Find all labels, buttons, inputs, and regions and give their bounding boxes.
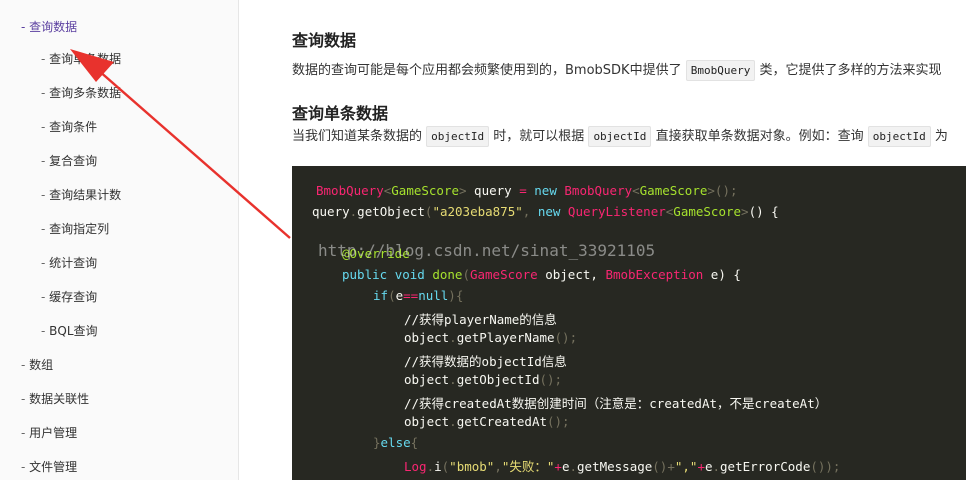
sidebar-item-arrays[interactable]: - 数组 bbox=[21, 358, 53, 372]
main-content: 查询数据 数据的查询可能是每个应用都会频繁使用到的，BmobSDK中提供了 Bm… bbox=[239, 0, 966, 480]
code-line: //获得playerName的信息 bbox=[404, 312, 557, 327]
sidebar-item-bql-query[interactable]: - BQL查询 bbox=[41, 324, 98, 338]
sidebar-item-label: 查询条件 bbox=[49, 120, 98, 134]
code-line: object.getCreatedAt(); bbox=[404, 414, 570, 429]
sidebar-item-label: 数组 bbox=[29, 358, 54, 372]
sidebar-nav: - 查询数据 - 查询单条数据 - 查询多条数据 - 查询条件 - 复合查询 -… bbox=[0, 0, 239, 480]
sidebar-item-query-data[interactable]: - 查询数据 bbox=[21, 20, 77, 34]
code-line: //获得createdAt数据创建时间（注意是：createdAt，不是crea… bbox=[404, 396, 828, 411]
sidebar-item-result-count[interactable]: - 查询结果计数 bbox=[41, 188, 121, 202]
sidebar-item-statistics-query[interactable]: - 统计查询 bbox=[41, 256, 97, 270]
sidebar-item-user-management[interactable]: - 用户管理 bbox=[21, 426, 77, 440]
inline-code: objectId bbox=[426, 126, 490, 147]
sidebar-item-label: 查询单条数据 bbox=[49, 52, 122, 66]
code-line: query.getObject("a203eba875", new QueryL… bbox=[312, 204, 779, 219]
sidebar-item-label: 复合查询 bbox=[49, 154, 98, 168]
sidebar-item-label: 查询结果计数 bbox=[49, 188, 122, 202]
code-line: BmobQuery<GameScore> query = new BmobQue… bbox=[316, 183, 738, 198]
sidebar-item-label: 统计查询 bbox=[49, 256, 98, 270]
sidebar-item-label: 查询多条数据 bbox=[49, 86, 122, 100]
code-line: if(e==null){ bbox=[373, 288, 464, 303]
code-line: //获得数据的objectId信息 bbox=[404, 354, 567, 369]
sidebar-item-label: 数据关联性 bbox=[29, 392, 90, 406]
watermark: http://blog.csdn.net/sinat_33921105 bbox=[318, 241, 656, 260]
code-block[interactable]: BmobQuery<GameScore> query = new BmobQue… bbox=[292, 166, 966, 480]
inline-code: BmobQuery bbox=[685, 60, 756, 81]
sidebar-item-label: 用户管理 bbox=[29, 426, 78, 440]
sidebar-item-label: 查询数据 bbox=[29, 20, 78, 34]
section-paragraph: 当我们知道某条数据的 objectId 时，就可以根据 objectId 直接获… bbox=[292, 126, 948, 148]
sidebar-item-query-conditions[interactable]: - 查询条件 bbox=[41, 120, 97, 134]
code-line: object.getPlayerName(); bbox=[404, 330, 578, 345]
sidebar-item-label: 缓存查询 bbox=[49, 290, 98, 304]
sidebar-item-cache-query[interactable]: - 缓存查询 bbox=[41, 290, 97, 304]
inline-code: objectId bbox=[588, 126, 652, 147]
sidebar-item-query-single[interactable]: - 查询单条数据 bbox=[41, 52, 121, 66]
sidebar-item-label: 文件管理 bbox=[29, 460, 78, 474]
page-title: 查询数据 bbox=[292, 31, 357, 50]
sidebar-item-file-management[interactable]: - 文件管理 bbox=[21, 460, 77, 474]
section-heading: 查询单条数据 bbox=[292, 104, 389, 123]
sidebar-item-data-relations[interactable]: - 数据关联性 bbox=[21, 392, 89, 406]
intro-paragraph: 数据的查询可能是每个应用都会频繁使用到的，BmobSDK中提供了 BmobQue… bbox=[292, 60, 941, 82]
inline-code: objectId bbox=[867, 126, 931, 147]
sidebar-item-query-multiple[interactable]: - 查询多条数据 bbox=[41, 86, 121, 100]
sidebar-item-label: 查询指定列 bbox=[49, 222, 110, 236]
code-line: object.getObjectId(); bbox=[404, 372, 563, 387]
sidebar-item-select-columns[interactable]: - 查询指定列 bbox=[41, 222, 109, 236]
code-line: Log.i("bmob","失败："+e.getMessage()+","+e.… bbox=[404, 459, 841, 474]
code-line: }else{ bbox=[373, 435, 419, 450]
code-line: public void done(GameScore object, BmobE… bbox=[342, 267, 741, 282]
sidebar-item-label: BQL查询 bbox=[49, 324, 98, 338]
sidebar-item-compound-query[interactable]: - 复合查询 bbox=[41, 154, 97, 168]
